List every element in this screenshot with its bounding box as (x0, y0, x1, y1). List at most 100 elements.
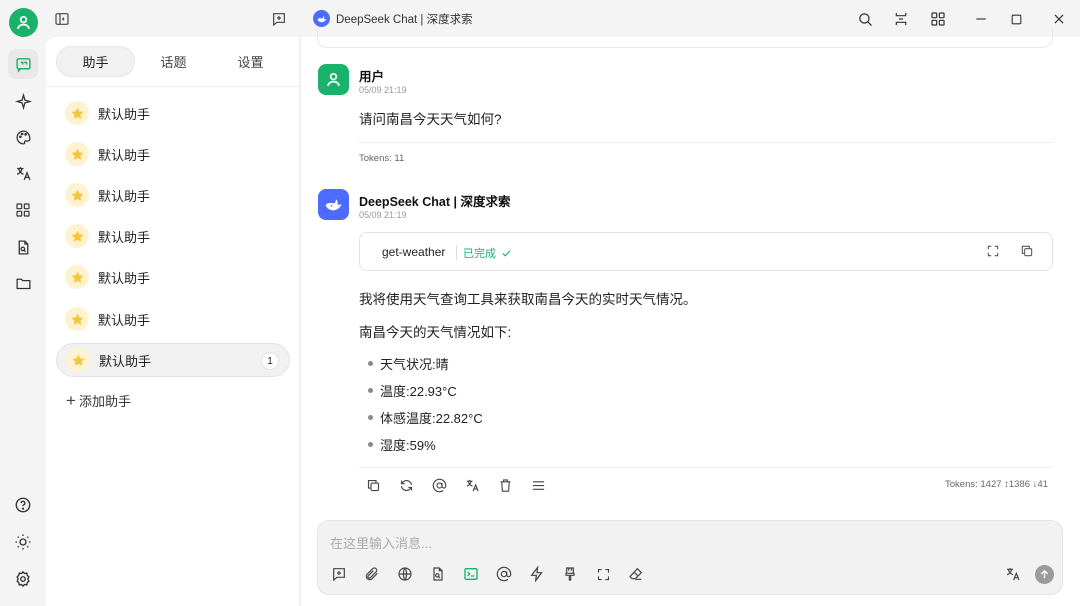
topic-count-badge: 1 (261, 352, 279, 370)
apps-nav-button[interactable] (8, 195, 38, 225)
delete-message-button[interactable] (495, 475, 515, 495)
assistant-item[interactable]: 默认助手 (56, 260, 290, 294)
copy-icon[interactable] (1020, 244, 1034, 258)
star-icon (65, 307, 89, 331)
palette-icon (15, 129, 32, 146)
more-menu-button[interactable] (528, 475, 548, 495)
knowledge-base-button[interactable] (428, 564, 448, 584)
apps-grid-icon (15, 202, 31, 218)
list-item-text: 天气状况:晴 (380, 357, 449, 372)
tab-settings[interactable]: 设置 (212, 46, 289, 77)
translate-nav-button[interactable] (8, 158, 38, 188)
add-assistant-button[interactable]: + 添加助手 (66, 391, 131, 410)
assistant-item[interactable]: 默认助手 (56, 178, 290, 212)
expand-icon[interactable] (986, 244, 1000, 258)
star-icon (65, 101, 89, 125)
menu-icon (531, 478, 546, 493)
token-count: Tokens: 11 (359, 153, 405, 164)
sidebar-tabs: 助手 话题 设置 (56, 46, 289, 77)
sun-icon (14, 533, 32, 551)
assistant-item-selected[interactable]: 默认助手 1 (56, 343, 290, 377)
folder-icon (15, 275, 32, 292)
bullet (368, 388, 373, 393)
tab-assistants[interactable]: 助手 (56, 46, 135, 77)
grid-icon (930, 11, 946, 27)
new-topic-button[interactable] (268, 8, 290, 30)
settings-button[interactable] (8, 564, 38, 594)
translate-input-button[interactable] (1003, 564, 1023, 584)
mention-model-button[interactable] (429, 475, 449, 495)
quick-phrases-button[interactable] (527, 564, 547, 584)
assistant-name: 默认助手 (98, 147, 151, 163)
tool-status: 已完成 (463, 245, 512, 261)
nav-rail (0, 0, 46, 606)
regenerate-button[interactable] (396, 475, 416, 495)
assistant-item[interactable]: 默认助手 (56, 137, 290, 171)
message-input[interactable]: 在这里输入消息... (330, 533, 432, 552)
attach-button[interactable] (362, 564, 382, 584)
message-time: 05/09 21:19 (359, 85, 407, 95)
token-usage: Tokens: 1427 ↕1386 ↓41 (945, 479, 1048, 490)
eraser-icon (628, 566, 644, 582)
assistant-sidebar: 助手 话题 设置 默认助手 默认助手 默认助手 默认助手 默认助手 默认助手 默… (46, 37, 300, 606)
assistant-message-avatar (318, 189, 349, 220)
deepseek-whale-icon (324, 195, 344, 215)
tab-topics[interactable]: 话题 (135, 46, 212, 77)
sidebar-toggle-icon (54, 11, 70, 27)
assistant-item[interactable]: 默认助手 (56, 96, 290, 130)
user-message-avatar (318, 64, 349, 95)
plus-icon: + (66, 391, 76, 410)
new-chat-icon (271, 11, 287, 27)
web-search-button[interactable] (395, 564, 415, 584)
translate-icon (465, 478, 480, 493)
help-button[interactable] (8, 490, 38, 520)
expand-icon (596, 567, 611, 582)
arrow-up-icon (1039, 569, 1050, 580)
paperclip-icon (364, 566, 380, 582)
chat-nav-button[interactable] (8, 49, 38, 79)
assistant-name: 默认助手 (98, 270, 151, 286)
copy-icon (366, 478, 381, 493)
assistant-item[interactable]: 默认助手 (56, 302, 290, 336)
divider (359, 142, 1053, 143)
message-sender: 用户 (359, 70, 385, 84)
folder-nav-button[interactable] (8, 268, 38, 298)
assistant-name: 默认助手 (98, 188, 151, 204)
list-item-text: 体感温度:22.82°C (380, 411, 483, 426)
clear-input-button[interactable] (626, 564, 646, 584)
narrow-mode-icon (893, 11, 909, 27)
translate-message-button[interactable] (462, 475, 482, 495)
clear-context-button[interactable] (560, 564, 580, 584)
expand-input-button[interactable] (593, 564, 613, 584)
paint-nav-button[interactable] (8, 122, 38, 152)
chat-area: 用户 05/09 21:19 请问南昌今天天气如何? Tokens: 11 De… (301, 27, 1080, 606)
message-text: 请问南昌今天天气如何? (359, 112, 502, 127)
tool-call-card[interactable]: get-weather 已完成 (359, 232, 1053, 271)
translate-icon (1005, 566, 1021, 582)
theme-toggle-button[interactable] (8, 527, 38, 557)
files-nav-button[interactable] (8, 232, 38, 262)
window-title: DeepSeek Chat | 深度求索 (313, 10, 473, 27)
agents-nav-button[interactable] (8, 86, 38, 116)
toggle-sidebar-button[interactable] (51, 8, 73, 30)
tool-name: get-weather (382, 245, 446, 259)
list-item: 湿度:59% (368, 435, 436, 454)
check-icon (501, 248, 512, 259)
add-assistant-label: 添加助手 (78, 394, 131, 409)
divider (456, 245, 457, 260)
search-icon (857, 11, 874, 28)
send-button[interactable] (1035, 565, 1054, 584)
sparkle-icon (14, 92, 32, 110)
assistant-item[interactable]: 默认助手 (56, 219, 290, 253)
new-topic-button[interactable] (329, 564, 349, 584)
user-avatar[interactable] (9, 8, 38, 37)
star-icon (65, 183, 89, 207)
list-item: 温度:22.93°C (368, 381, 457, 400)
mention-model-button[interactable] (494, 564, 514, 584)
star-icon (66, 348, 90, 372)
maximize-icon (1010, 13, 1023, 26)
close-icon (1052, 12, 1066, 26)
at-icon (496, 566, 512, 582)
copy-message-button[interactable] (363, 475, 383, 495)
mcp-tools-button[interactable] (461, 564, 481, 584)
